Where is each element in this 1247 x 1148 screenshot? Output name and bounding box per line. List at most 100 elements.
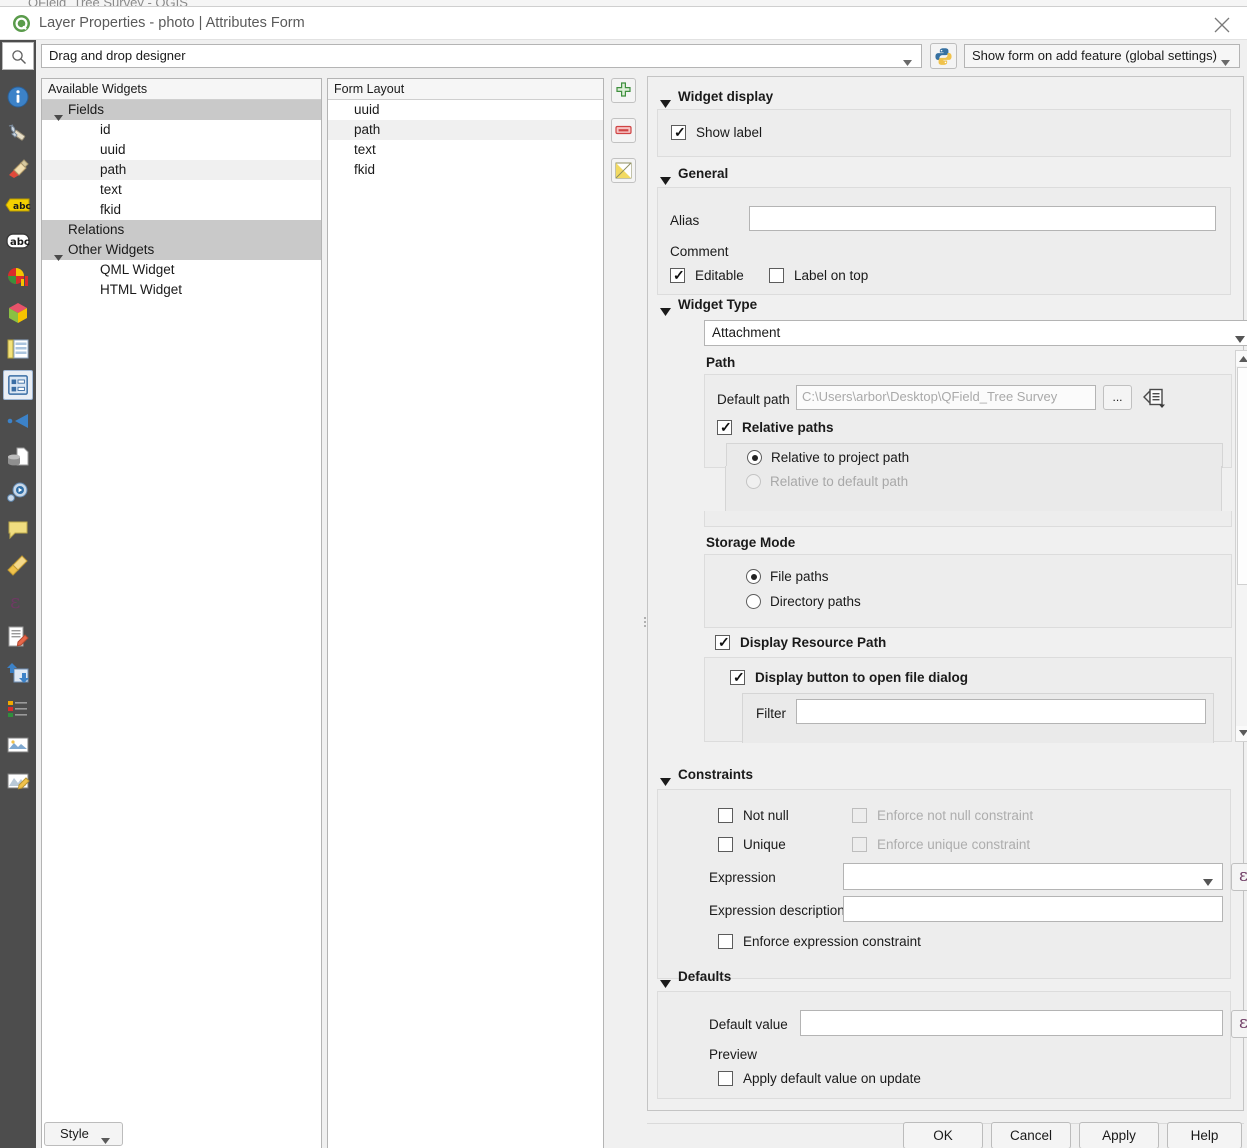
sidebar-item-attributes-form[interactable] [3,370,33,400]
path-group-top: Default path C:\Users\arbor\Desktop\QFie… [704,374,1232,468]
form-layout-tree[interactable]: uuid path text fkid [328,100,603,1148]
general-group: Alias Comment ✓ Editable Label on top [657,187,1231,295]
sidebar-item-dependencies[interactable] [3,658,33,688]
ok-button[interactable]: OK [903,1122,983,1148]
scrollbar-thumb[interactable] [1237,367,1247,585]
default-path-placeholder: C:\Users\arbor\Desktop\QField_Tree Surve… [802,389,1058,404]
scroll-up-icon[interactable] [1236,351,1247,366]
sidebar-item-display[interactable] [3,514,33,544]
apply-default-on-update-checkbox[interactable] [718,1071,733,1086]
available-widget-id[interactable]: id [42,120,321,140]
default-path-field[interactable]: C:\Users\arbor\Desktop\QField_Tree Surve… [796,385,1096,410]
sidebar-item-masks[interactable]: abc [3,226,33,256]
search-icon[interactable] [2,42,34,70]
style-button[interactable]: Style [44,1122,123,1146]
expression-description-field[interactable] [843,896,1223,922]
python-icon[interactable] [930,43,957,69]
available-widget-fkid[interactable]: fkid [42,200,321,220]
tree-item-label: Relations [68,222,125,237]
editable-checkbox[interactable]: ✓ [670,267,685,283]
remove-item-button[interactable] [611,118,636,143]
general-collapse-icon[interactable] [660,173,671,188]
available-widget-html-widget[interactable]: HTML Widget [42,280,321,300]
apply-button[interactable]: Apply [1079,1122,1159,1148]
sidebar-item-rendering[interactable] [3,550,33,580]
show-label-checkbox[interactable]: ✓ [671,124,686,140]
available-widgets-tree[interactable]: Fields id uuid path text fkid Relations Other W… [42,100,321,1148]
not-null-checkbox[interactable] [718,808,733,823]
sidebar-item-digitizing[interactable] [3,766,33,796]
widget-display-title: Widget display [678,89,774,104]
close-icon[interactable] [1205,11,1239,37]
available-widget-uuid[interactable]: uuid [42,140,321,160]
file-paths-radio[interactable] [746,569,761,584]
enforce-expression-checkbox[interactable] [718,934,733,949]
preview-label: Preview [709,1047,758,1062]
unique-checkbox[interactable] [718,837,733,852]
default-value-field[interactable] [800,1010,1223,1036]
sidebar-item-qgis-server[interactable] [3,730,33,760]
browse-path-button[interactable]: ... [1103,385,1132,410]
display-resource-path-checkbox[interactable]: ✓ [715,634,730,650]
display-file-dialog-checkbox[interactable]: ✓ [730,669,745,685]
expression-label: Expression [709,870,776,885]
sidebar-item-fields[interactable] [3,334,33,364]
sidebar-item-auxiliary-storage[interactable] [3,442,33,472]
add-container-button[interactable] [611,78,636,103]
help-button[interactable]: Help [1167,1122,1242,1148]
available-widget-fields[interactable]: Fields [42,100,321,121]
form-layout-item-fkid[interactable]: fkid [328,160,603,180]
sidebar-item-3d-view[interactable] [3,298,33,328]
expression-description-label: Expression description [709,903,845,918]
sidebar-item-labels[interactable]: abc [3,190,33,220]
widget-type-scrollbar[interactable] [1235,350,1247,742]
tree-item-label: path [100,162,127,177]
sidebar-item-symbology[interactable] [3,154,33,184]
sidebar-item-legend[interactable] [3,694,33,724]
cancel-button[interactable]: Cancel [991,1122,1071,1148]
available-widget-text[interactable]: text [42,180,321,200]
sidebar-item-actions[interactable] [3,478,33,508]
available-widget-relations[interactable]: Relations [42,220,321,240]
enforce-not-null-checkbox [852,808,867,823]
form-layout-panel: Form Layout uuid path text fkid [327,78,604,1148]
style-button-label: Style [60,1126,89,1141]
data-defined-override-icon[interactable] [1142,386,1166,411]
available-widget-other-widgets[interactable]: Other Widgets [42,240,321,261]
expression-builder-button[interactable]: ɛ [1231,863,1247,891]
expression-combo[interactable] [843,863,1223,890]
label-on-top-checkbox[interactable] [769,268,784,283]
available-widget-qml-widget[interactable]: QML Widget [42,260,321,280]
defaults-collapse-icon[interactable] [660,976,671,991]
form-layout-item-text[interactable]: text [328,140,603,160]
relative-paths-checkbox[interactable]: ✓ [717,419,732,435]
constraints-collapse-icon[interactable] [660,774,671,789]
sidebar-item-metadata[interactable] [3,622,33,652]
sidebar-item-variables[interactable]: ɛ [3,586,33,616]
filter-field[interactable] [796,699,1206,724]
relative-options-subgroup-bottom: Relative to default path [725,466,1222,512]
invert-selection-button[interactable] [611,158,636,183]
alias-field[interactable] [749,206,1216,231]
form-layout-item-path[interactable]: path [328,120,603,140]
available-widget-path[interactable]: path [42,160,321,180]
default-expression-builder-button[interactable]: ɛ [1231,1010,1247,1038]
sidebar-item-joins[interactable] [3,406,33,436]
relative-to-project-path-radio[interactable] [747,450,762,465]
show-label-text: Show label [696,125,763,140]
widget-type-combo[interactable]: Attachment [704,320,1247,346]
chevron-down-icon [101,1132,110,1147]
dialog-body: Drag and drop designer Show form on add … [36,40,1247,1148]
svg-text:ɛ: ɛ [10,589,20,613]
directory-paths-radio[interactable] [746,594,761,609]
designer-mode-combo[interactable]: Drag and drop designer [41,44,922,68]
sidebar-item-information[interactable] [3,82,33,112]
form-layout-item-uuid[interactable]: uuid [328,100,603,120]
form-suppress-combo[interactable]: Show form on add feature (global setting… [964,44,1240,68]
relative-options-subgroup-top: Relative to project path [726,443,1223,468]
widget-type-collapse-icon[interactable] [660,304,671,319]
chevron-down-icon [1235,331,1245,346]
scroll-down-icon[interactable] [1236,726,1247,741]
sidebar-item-source[interactable] [3,118,33,148]
sidebar-item-diagrams[interactable] [3,262,33,292]
